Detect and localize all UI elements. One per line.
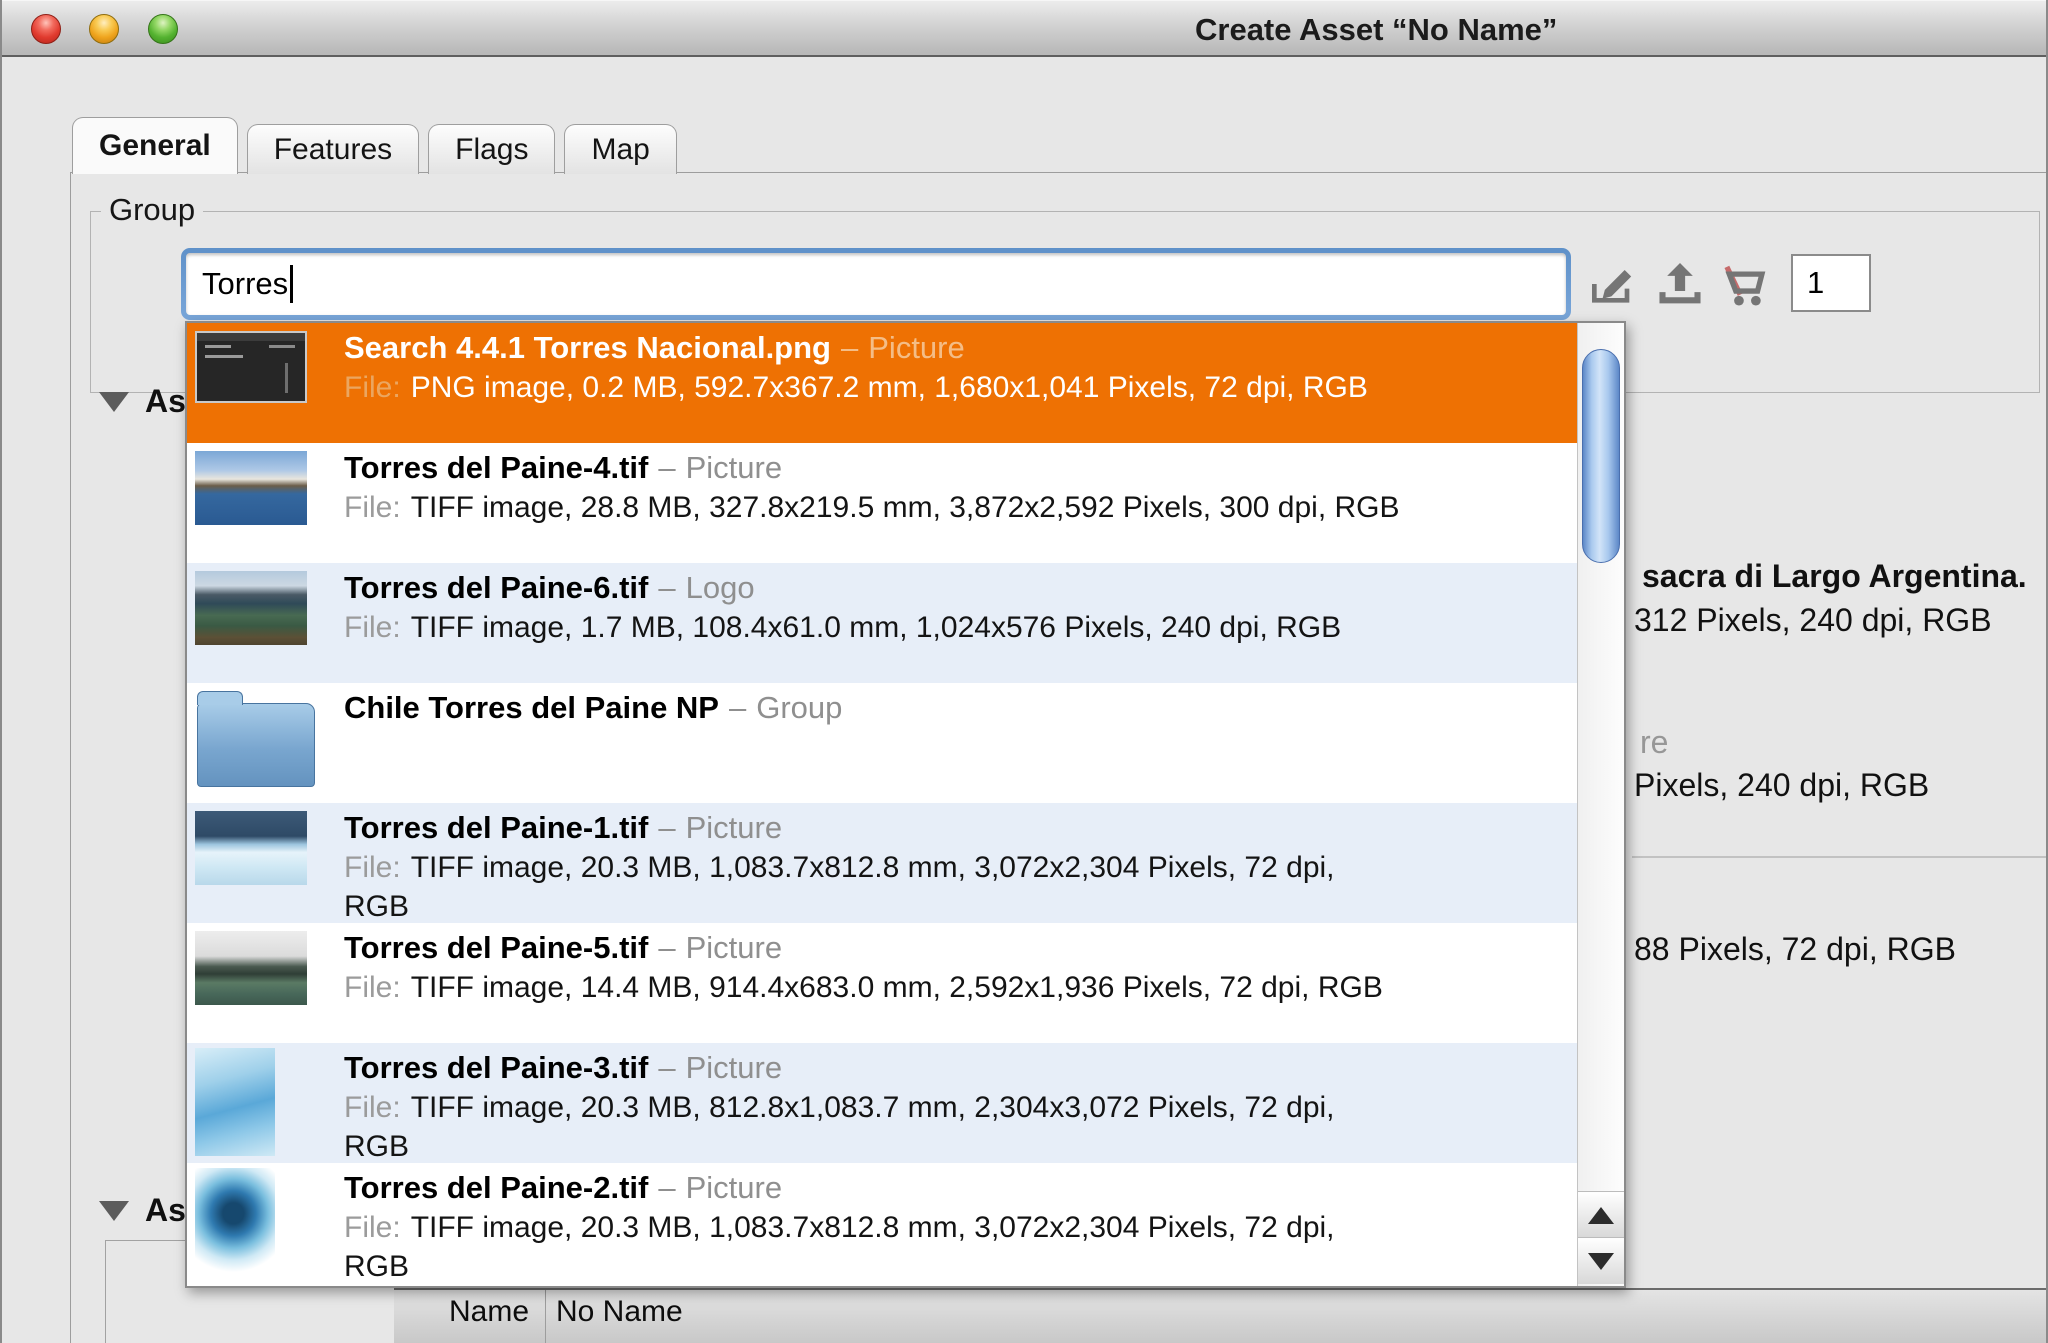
thumbnail — [195, 451, 307, 525]
add-to-cart-button[interactable] — [1716, 256, 1772, 312]
bg-row-divider — [1632, 856, 2048, 858]
dropdown-item-7[interactable]: Torres del Paine-2.tif–Picture File:TIFF… — [187, 1163, 1577, 1283]
tab-map[interactable]: Map — [564, 124, 676, 174]
text-caret — [290, 265, 293, 303]
upload-button[interactable] — [1652, 256, 1708, 312]
dropdown-scrollbar[interactable] — [1577, 323, 1624, 1286]
edit-asset-button[interactable] — [1585, 256, 1641, 312]
assets-section-label-2: As — [145, 1192, 186, 1229]
scrollbar-thumb[interactable] — [1582, 349, 1620, 563]
dropdown-item-6[interactable]: Torres del Paine-3.tif–Picture File:TIFF… — [187, 1043, 1577, 1163]
dropdown-item-4[interactable]: Torres del Paine-1.tif–Picture File:TIFF… — [187, 803, 1577, 923]
minimize-button[interactable] — [89, 14, 119, 44]
name-value: No Name — [556, 1295, 683, 1329]
bg-asset-title-fragment: sacra di Largo Argentina. — [1642, 558, 2027, 595]
quantity-field[interactable]: 1 — [1791, 254, 1871, 312]
thumbnail — [195, 331, 307, 403]
upload-tray-icon — [1652, 299, 1708, 316]
thumbnail — [195, 1168, 275, 1276]
scroll-up-button[interactable] — [1578, 1191, 1624, 1238]
dropdown-item-1[interactable]: Torres del Paine-4.tif–Picture File:TIFF… — [187, 443, 1577, 563]
titlebar[interactable]: Create Asset “No Name” — [2, 0, 2046, 57]
create-asset-window: Create Asset “No Name” General Features … — [0, 0, 2048, 1343]
dropdown-item-0[interactable]: Search 4.4.1 Torres Nacional.png–Picture… — [187, 323, 1577, 443]
group-fieldset-legend: Group — [101, 192, 203, 228]
column-divider — [545, 1290, 546, 1343]
window-title: Create Asset “No Name” — [1195, 12, 1557, 48]
group-search-input-value: Torres — [202, 266, 288, 302]
bg-asset-type-fragment: re — [1640, 724, 1668, 761]
disclosure-triangle-icon[interactable] — [99, 392, 129, 412]
bg-asset-info-fragment-3: 88 Pixels, 72 dpi, RGB — [1634, 931, 1956, 968]
assets-section-header: As — [99, 383, 186, 420]
tab-flags[interactable]: Flags — [428, 124, 555, 174]
lower-group-box-border — [105, 1240, 190, 1343]
shopping-cart-icon — [1716, 301, 1774, 318]
assets-section-header-2: As — [99, 1192, 186, 1229]
tab-bar: General Features Flags Map — [72, 117, 677, 174]
zoom-button[interactable] — [148, 14, 178, 44]
bg-asset-info-fragment-2: Pixels, 240 dpi, RGB — [1634, 767, 1929, 804]
group-search-input[interactable]: Torres — [181, 248, 1571, 320]
thumbnail — [195, 1048, 275, 1156]
assets-section-label: As — [145, 383, 186, 420]
tab-general[interactable]: General — [72, 117, 238, 174]
thumbnail — [195, 811, 307, 885]
folder-icon — [197, 703, 315, 787]
arrow-up-icon — [1588, 1207, 1614, 1224]
bg-asset-info-fragment: 312 Pixels, 240 dpi, RGB — [1634, 602, 1992, 639]
dropdown-item-2[interactable]: Torres del Paine-6.tif–Logo File:TIFF im… — [187, 563, 1577, 683]
scroll-down-button[interactable] — [1578, 1237, 1624, 1284]
close-button[interactable] — [31, 14, 61, 44]
thumbnail — [195, 931, 307, 1005]
name-label: Name — [449, 1295, 529, 1329]
tab-features[interactable]: Features — [247, 124, 419, 174]
thumbnail — [195, 571, 307, 645]
arrow-down-icon — [1588, 1253, 1614, 1270]
search-results-list: Search 4.4.1 Torres Nacional.png–Picture… — [187, 323, 1577, 1286]
disclosure-triangle-icon[interactable] — [99, 1201, 129, 1221]
dropdown-item-5[interactable]: Torres del Paine-5.tif–Picture File:TIFF… — [187, 923, 1577, 1043]
search-results-dropdown: Search 4.4.1 Torres Nacional.png–Picture… — [185, 321, 1626, 1288]
dropdown-item-3[interactable]: Chile Torres del Paine NP–Group — [187, 683, 1577, 803]
name-property-row: Name No Name — [394, 1288, 2048, 1343]
edit-pencil-icon — [1585, 299, 1641, 316]
